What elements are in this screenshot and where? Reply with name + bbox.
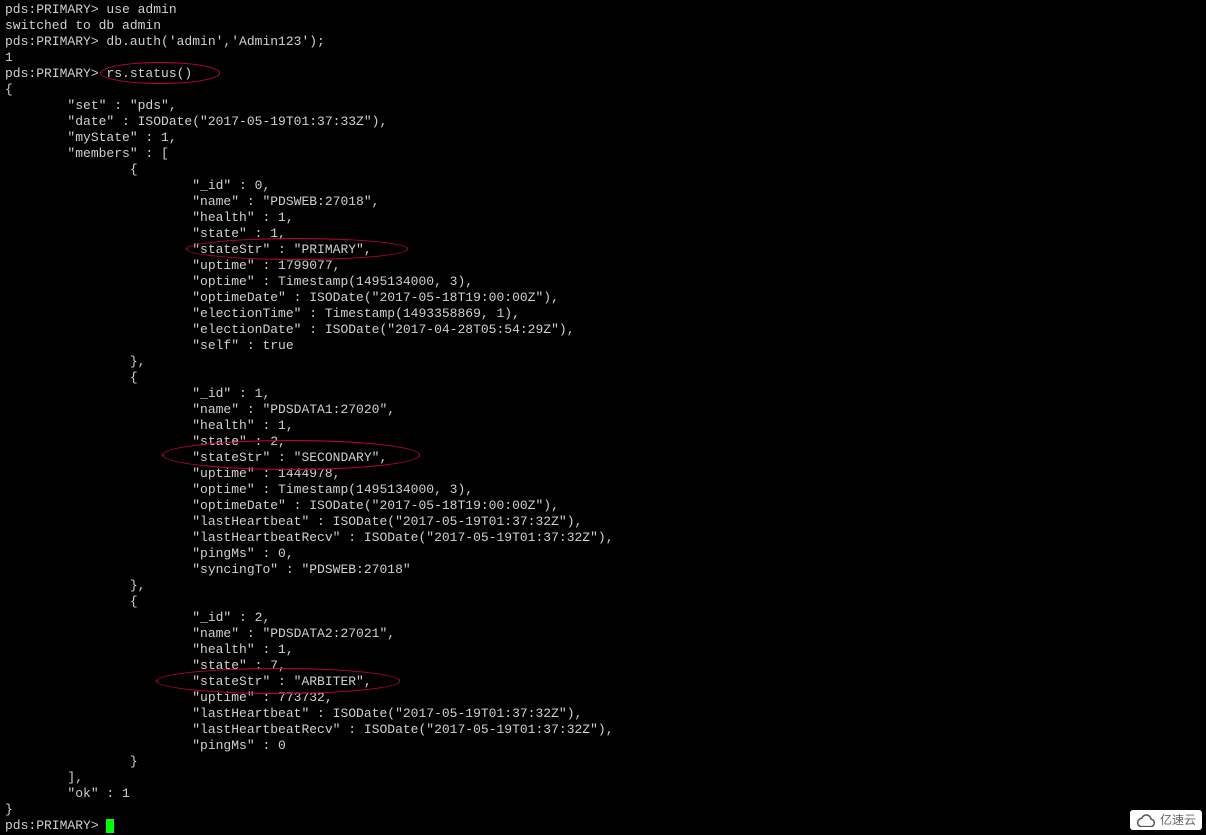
terminal-line: { <box>5 594 1201 610</box>
terminal-line: "uptime" : 1799077, <box>5 258 1201 274</box>
terminal-line: "syncingTo" : "PDSWEB:27018" <box>5 562 1201 578</box>
terminal-line: "_id" : 2, <box>5 610 1201 626</box>
cursor-icon <box>106 819 114 833</box>
terminal-line: "_id" : 1, <box>5 386 1201 402</box>
terminal-line: }, <box>5 578 1201 594</box>
terminal-line: } <box>5 802 1201 818</box>
terminal-line: pds:PRIMARY> db.auth('admin','Admin123')… <box>5 34 1201 50</box>
terminal-line: "_id" : 0, <box>5 178 1201 194</box>
terminal-line: "stateStr" : "PRIMARY", <box>5 242 1201 258</box>
terminal-line: "lastHeartbeat" : ISODate("2017-05-19T01… <box>5 514 1201 530</box>
terminal-line: "pingMs" : 0, <box>5 546 1201 562</box>
terminal-line: } <box>5 754 1201 770</box>
terminal-line: "uptime" : 1444978, <box>5 466 1201 482</box>
terminal-line: "pingMs" : 0 <box>5 738 1201 754</box>
terminal-line: "name" : "PDSWEB:27018", <box>5 194 1201 210</box>
terminal-line: "ok" : 1 <box>5 786 1201 802</box>
terminal-line: "optimeDate" : ISODate("2017-05-18T19:00… <box>5 290 1201 306</box>
terminal-line: { <box>5 162 1201 178</box>
terminal-line: "health" : 1, <box>5 642 1201 658</box>
terminal-line: "electionDate" : ISODate("2017-04-28T05:… <box>5 322 1201 338</box>
terminal-line: pds:PRIMARY> rs.status() <box>5 66 1201 82</box>
terminal-line: }, <box>5 354 1201 370</box>
terminal-line: "myState" : 1, <box>5 130 1201 146</box>
terminal-line: "lastHeartbeat" : ISODate("2017-05-19T01… <box>5 706 1201 722</box>
terminal-line: "name" : "PDSDATA1:27020", <box>5 402 1201 418</box>
terminal-line: "date" : ISODate("2017-05-19T01:37:33Z")… <box>5 114 1201 130</box>
terminal-line: "stateStr" : "SECONDARY", <box>5 450 1201 466</box>
terminal-line: "stateStr" : "ARBITER", <box>5 674 1201 690</box>
terminal-line: "electionTime" : Timestamp(1493358869, 1… <box>5 306 1201 322</box>
watermark-text: 亿速云 <box>1160 812 1196 828</box>
terminal-line: "uptime" : 773732, <box>5 690 1201 706</box>
terminal-line: "set" : "pds", <box>5 98 1201 114</box>
terminal-line: "state" : 1, <box>5 226 1201 242</box>
terminal-line: switched to db admin <box>5 18 1201 34</box>
terminal-line: "health" : 1, <box>5 418 1201 434</box>
watermark-badge: 亿速云 <box>1130 810 1202 830</box>
terminal-line: { <box>5 82 1201 98</box>
terminal-line: "name" : "PDSDATA2:27021", <box>5 626 1201 642</box>
terminal-line: pds:PRIMARY> <box>5 818 1201 834</box>
terminal-line: "self" : true <box>5 338 1201 354</box>
terminal-line: "optimeDate" : ISODate("2017-05-18T19:00… <box>5 498 1201 514</box>
terminal-line: ], <box>5 770 1201 786</box>
terminal-line: "lastHeartbeatRecv" : ISODate("2017-05-1… <box>5 530 1201 546</box>
cloud-icon <box>1136 813 1156 827</box>
terminal-line: "optime" : Timestamp(1495134000, 3), <box>5 274 1201 290</box>
terminal-line: "members" : [ <box>5 146 1201 162</box>
terminal-line: "state" : 2, <box>5 434 1201 450</box>
terminal-line: "lastHeartbeatRecv" : ISODate("2017-05-1… <box>5 722 1201 738</box>
terminal-line: "optime" : Timestamp(1495134000, 3), <box>5 482 1201 498</box>
terminal-output[interactable]: pds:PRIMARY> use adminswitched to db adm… <box>5 2 1201 834</box>
terminal-line: "state" : 7, <box>5 658 1201 674</box>
terminal-line: pds:PRIMARY> use admin <box>5 2 1201 18</box>
terminal-line: { <box>5 370 1201 386</box>
terminal-line: 1 <box>5 50 1201 66</box>
terminal-line: "health" : 1, <box>5 210 1201 226</box>
